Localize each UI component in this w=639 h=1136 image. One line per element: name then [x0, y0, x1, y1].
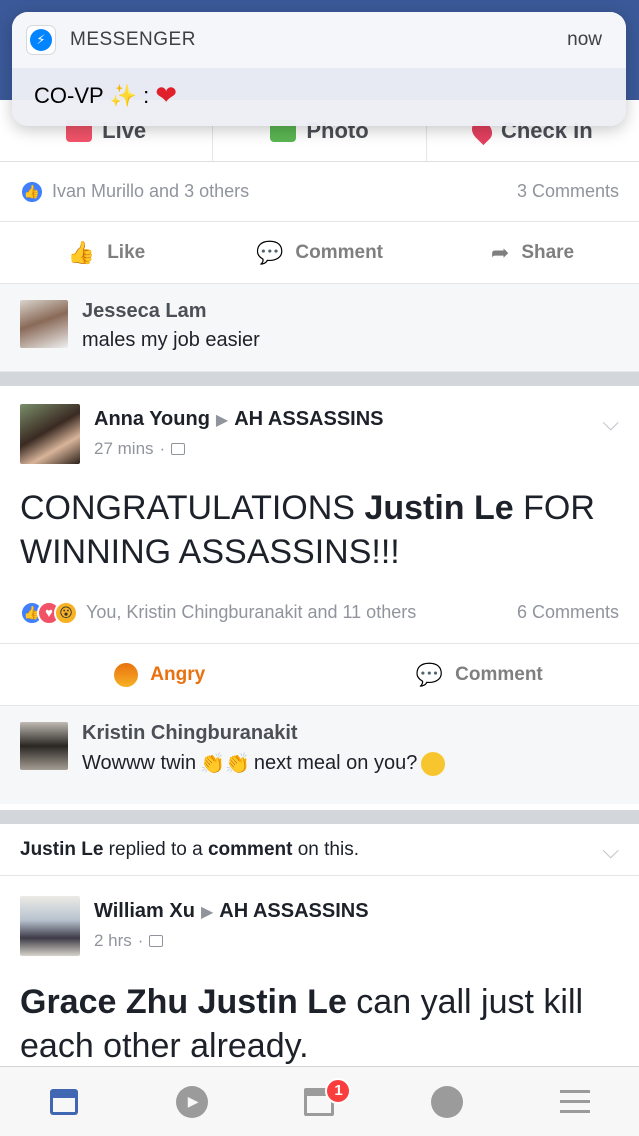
clapping-hands-emoji-icon: 👏👏: [200, 753, 250, 775]
feed-divider: [0, 372, 639, 386]
tab-notifications[interactable]: [383, 1085, 511, 1118]
post-text: Grace Zhu Justin Le can yall just kill e…: [0, 956, 639, 1066]
sparkles-emoji-icon: ✨: [109, 82, 138, 108]
story-context[interactable]: Justin Le replied to a comment on this. …: [0, 824, 639, 876]
comment-text-end: next meal on you?: [253, 752, 418, 774]
messenger-bolt-icon: ⚡: [30, 29, 52, 51]
dot-separator: ·: [159, 439, 166, 458]
comment-preview[interactable]: Kristin Chingburanakit Wowww twin 👏👏 nex…: [0, 706, 639, 804]
comments-count[interactable]: 3 Comments: [517, 181, 619, 202]
tab-video[interactable]: ▶: [128, 1085, 256, 1118]
tagged-names[interactable]: Grace Zhu Justin Le: [20, 983, 347, 1021]
post-text: CONGRATULATIONS Justin Le FOR WINNING AS…: [0, 464, 639, 572]
heart-emoji-icon: ❤: [155, 80, 178, 110]
hamburger-menu-icon: [560, 1090, 591, 1113]
avatar[interactable]: [20, 404, 80, 464]
triangle-right-icon: ▶: [215, 411, 229, 429]
notification-sender: CO-VP: [34, 82, 104, 108]
comment-bubble-icon: 💬: [255, 239, 284, 265]
bottom-tab-bar: ▶ 1: [0, 1066, 639, 1136]
share-arrow-icon: ➦: [490, 239, 510, 265]
smiling-face-emoji-icon: [421, 751, 446, 776]
post-card-2: Anna Young ▶ AH ASSASSINS 27 mins · ⌵ CO…: [0, 386, 639, 810]
reactions-text: You, Kristin Chingburanakit and 11 other…: [86, 602, 417, 622]
dot-separator: ·: [137, 931, 144, 950]
comment-text: males my job easier: [82, 329, 260, 351]
tab-menu[interactable]: [511, 1090, 639, 1113]
comment-button[interactable]: 💬 Comment: [213, 240, 426, 266]
commenter-name[interactable]: Kristin Chingburanakit: [82, 722, 445, 745]
comment-preview[interactable]: Jesseca Lam males my job easier: [0, 284, 639, 372]
post-header: Anna Young ▶ AH ASSASSINS 27 mins · ⌵: [0, 386, 639, 464]
post-group[interactable]: AH ASSASSINS: [234, 408, 383, 431]
post-header: William Xu ▶ AH ASSASSINS 2 hrs ·: [0, 876, 639, 956]
post-card-1: 👍 Ivan Murillo and 3 others 3 Comments 👍…: [0, 162, 639, 372]
avatar[interactable]: [20, 896, 80, 956]
comment-button[interactable]: 💬 Comment: [320, 662, 639, 688]
globe-icon: [431, 1085, 464, 1118]
post-time[interactable]: 27 mins: [94, 439, 154, 459]
tagged-name[interactable]: Justin Le: [364, 489, 513, 527]
reactions-summary[interactable]: 👍 Ivan Murillo and 3 others 3 Comments: [0, 162, 639, 222]
post-meta: 27 mins ·: [94, 439, 384, 459]
chevron-down-icon[interactable]: ⌵: [602, 410, 619, 436]
reactions-text: Ivan Murillo and 3 others: [52, 181, 250, 201]
angry-face-icon: [114, 662, 139, 687]
post-time[interactable]: 2 hrs: [94, 931, 132, 951]
notification-app-name: MESSENGER: [70, 29, 196, 50]
like-reaction-icon: 👍: [20, 179, 44, 204]
notification-header: ⚡ MESSENGER now: [12, 12, 626, 68]
notification-colon: :: [143, 82, 150, 108]
post-actions: Angry 💬 Comment: [0, 644, 639, 706]
post-author[interactable]: William Xu: [94, 900, 195, 923]
comment-bubble-icon: 💬: [415, 661, 444, 687]
group-audience-icon: [171, 443, 186, 455]
feed-divider: [0, 810, 639, 824]
story-context-text: replied to a: [103, 838, 208, 860]
post-meta: 2 hrs ·: [94, 931, 369, 951]
notification-message: CO-VP ✨ : ❤: [12, 68, 626, 123]
story-context-end: on this.: [292, 838, 359, 860]
tab-news-feed[interactable]: [0, 1088, 128, 1115]
like-label: Like: [107, 241, 146, 263]
post-author-line: William Xu ▶ AH ASSASSINS: [94, 900, 369, 923]
comment-text: Wowww twin 👏👏 next meal on you?: [82, 751, 446, 776]
comment-text-start: Wowww twin: [82, 752, 197, 774]
reactions-summary[interactable]: 👍 ♥ 😮 You, Kristin Chingburanakit and 11…: [0, 582, 639, 644]
post-group[interactable]: AH ASSASSINS: [219, 900, 368, 923]
story-context-comment[interactable]: comment: [208, 839, 292, 861]
share-button[interactable]: ➦ Share: [426, 240, 639, 266]
comment-label: Comment: [455, 663, 543, 685]
post-author[interactable]: Anna Young: [94, 408, 210, 431]
wow-reaction-icon: 😮: [54, 600, 78, 625]
comment-label: Comment: [295, 241, 384, 263]
avatar[interactable]: [20, 722, 68, 770]
post-text-start: CONGRATULATIONS: [20, 489, 365, 527]
group-audience-icon: [149, 935, 164, 947]
play-video-icon: ▶: [175, 1085, 208, 1118]
chevron-down-icon[interactable]: ⌵: [602, 838, 619, 864]
story-context-name[interactable]: Justin Le: [20, 839, 103, 861]
news-feed-icon: [49, 1088, 78, 1115]
notification-badge: 1: [325, 1077, 352, 1104]
share-label: Share: [521, 241, 575, 263]
thumbs-up-icon: 👍: [67, 239, 96, 265]
messenger-app-icon: ⚡: [26, 25, 56, 55]
messenger-notification[interactable]: ⚡ MESSENGER now CO-VP ✨ : ❤: [12, 12, 626, 126]
post-actions: 👍 Like 💬 Comment ➦ Share: [0, 222, 639, 284]
post-card-3: Justin Le replied to a comment on this. …: [0, 824, 639, 1066]
angry-reaction-button[interactable]: Angry: [0, 662, 320, 687]
angry-label: Angry: [150, 663, 206, 685]
avatar[interactable]: [20, 300, 68, 348]
notification-time: now: [567, 29, 602, 50]
comments-count[interactable]: 6 Comments: [517, 602, 619, 623]
triangle-right-icon: ▶: [200, 903, 214, 921]
tab-marketplace[interactable]: 1: [256, 1077, 384, 1116]
post-author-line: Anna Young ▶ AH ASSASSINS: [94, 408, 384, 431]
commenter-name[interactable]: Jesseca Lam: [82, 300, 260, 323]
like-button[interactable]: 👍 Like: [0, 240, 213, 266]
